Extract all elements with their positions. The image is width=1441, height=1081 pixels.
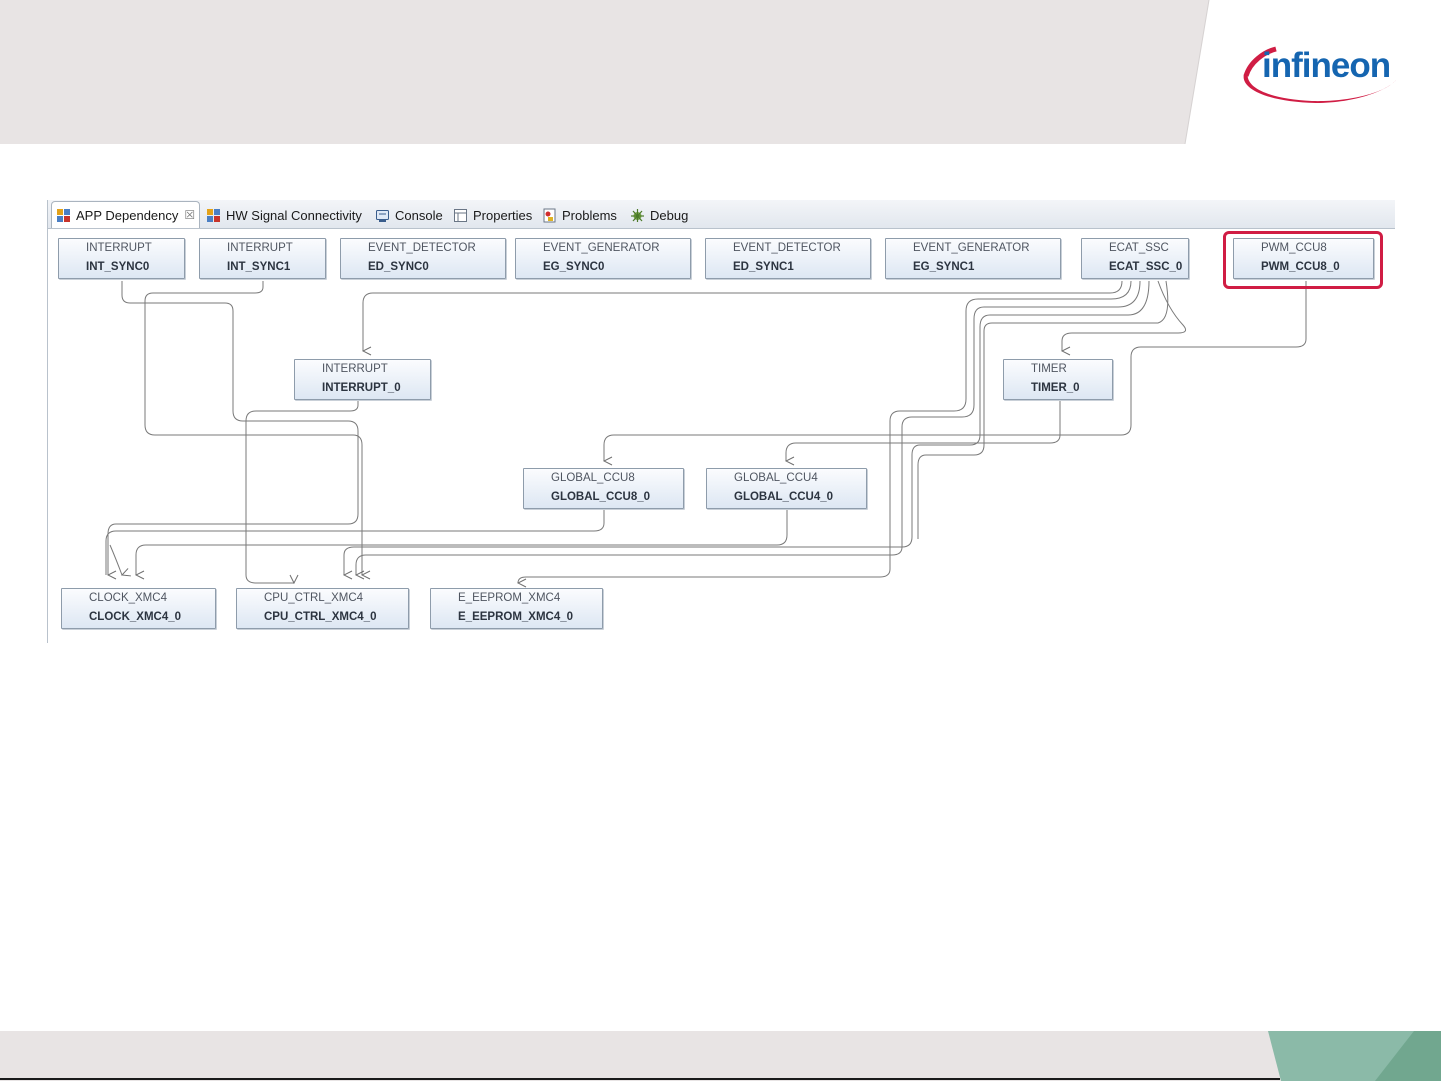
tab-label: Properties [473, 207, 533, 223]
node-instance: GLOBAL_CCU4_0 [734, 491, 834, 503]
close-tab-icon[interactable]: ☒ [184, 208, 195, 222]
node-type: INTERRUPT [322, 363, 388, 375]
tab-label: Console [395, 207, 443, 223]
node-instance: GLOBAL_CCU8_0 [551, 491, 651, 503]
app-node[interactable]: GLOBAL_CCU4 GLOBAL_CCU4_0 [706, 468, 867, 509]
app-dependency-view: APP Dependency ☒ HW Signal Connectivity … [47, 200, 1395, 643]
app-node[interactable]: ECAT_SSC ECAT_SSC_0 [1081, 238, 1189, 279]
tab-label: Problems [562, 207, 617, 223]
tab-properties[interactable]: Properties [453, 202, 532, 228]
node-type: EVENT_GENERATOR [913, 242, 1030, 254]
app-node[interactable]: E_EEPROM_XMC4 E_EEPROM_XMC4_0 [430, 588, 603, 629]
node-instance: INT_SYNC1 [227, 261, 291, 273]
node-type: INTERRUPT [86, 242, 152, 254]
dependency-connections [105, 280, 1307, 643]
app-node[interactable]: CLOCK_XMC4 CLOCK_XMC4_0 [61, 588, 216, 629]
node-type: E_EEPROM_XMC4 [458, 592, 561, 604]
logo-text: infineon [1262, 46, 1391, 85]
tab-hw-signal-connectivity[interactable]: HW Signal Connectivity [206, 202, 362, 228]
node-type: EVENT_DETECTOR [733, 242, 841, 254]
app-node[interactable]: EVENT_GENERATOR EG_SYNC1 [885, 238, 1061, 279]
node-instance: ECAT_SSC_0 [1109, 261, 1183, 273]
footer-decoration [0, 1031, 1441, 1081]
node-type: ECAT_SSC [1109, 242, 1169, 254]
app-node[interactable]: INTERRUPT INT_SYNC1 [199, 238, 326, 279]
tab-label: APP Dependency [76, 207, 179, 223]
node-instance: CPU_CTRL_XMC4_0 [264, 611, 377, 623]
properties-icon [453, 208, 468, 223]
node-instance: ED_SYNC1 [733, 261, 794, 273]
tab-label: HW Signal Connectivity [226, 207, 362, 223]
node-instance: INT_SYNC0 [86, 261, 150, 273]
app-node[interactable]: EVENT_DETECTOR ED_SYNC1 [705, 238, 871, 279]
node-type: GLOBAL_CCU4 [734, 472, 818, 484]
view-tab-bar: APP Dependency ☒ HW Signal Connectivity … [48, 200, 1395, 229]
node-type: INTERRUPT [227, 242, 293, 254]
app-node[interactable]: EVENT_DETECTOR ED_SYNC0 [340, 238, 506, 279]
node-instance: CLOCK_XMC4_0 [89, 611, 182, 623]
app-node[interactable]: EVENT_GENERATOR EG_SYNC0 [515, 238, 691, 279]
node-instance: EG_SYNC1 [913, 261, 975, 273]
tab-app-dependency[interactable]: APP Dependency ☒ [51, 201, 201, 228]
node-type: CPU_CTRL_XMC4 [264, 592, 364, 604]
tab-label: Debug [650, 207, 689, 223]
tab-debug[interactable]: Debug [630, 202, 688, 228]
node-type: EVENT_DETECTOR [368, 242, 476, 254]
tab-problems[interactable]: Problems [542, 202, 617, 228]
app-node[interactable]: INTERRUPT INT_SYNC0 [58, 238, 185, 279]
node-type: GLOBAL_CCU8 [551, 472, 635, 484]
hw-signal-icon [206, 208, 221, 223]
debug-icon [630, 208, 645, 223]
node-instance: EG_SYNC0 [543, 261, 605, 273]
header-divider [1184, 0, 1441, 144]
dependency-canvas[interactable]: INTERRUPT INT_SYNC0 INTERRUPT INT_SYNC1 … [48, 229, 1395, 643]
node-instance: INTERRUPT_0 [322, 382, 401, 394]
problems-icon [542, 208, 557, 223]
app-node[interactable]: CPU_CTRL_XMC4 CPU_CTRL_XMC4_0 [236, 588, 409, 629]
node-type: CLOCK_XMC4 [89, 592, 167, 604]
app-node[interactable]: INTERRUPT INTERRUPT_0 [294, 359, 431, 400]
highlight-frame [1223, 231, 1383, 289]
tab-console[interactable]: Console [375, 202, 443, 228]
node-type: TIMER [1031, 363, 1067, 375]
node-instance: TIMER_0 [1031, 382, 1080, 394]
node-type: EVENT_GENERATOR [543, 242, 660, 254]
app-dependency-icon [56, 208, 71, 223]
app-node[interactable]: TIMER TIMER_0 [1003, 359, 1113, 400]
node-instance: E_EEPROM_XMC4_0 [458, 611, 574, 623]
node-instance: ED_SYNC0 [368, 261, 429, 273]
app-node[interactable]: GLOBAL_CCU8 GLOBAL_CCU8_0 [523, 468, 684, 509]
console-icon [375, 208, 390, 223]
